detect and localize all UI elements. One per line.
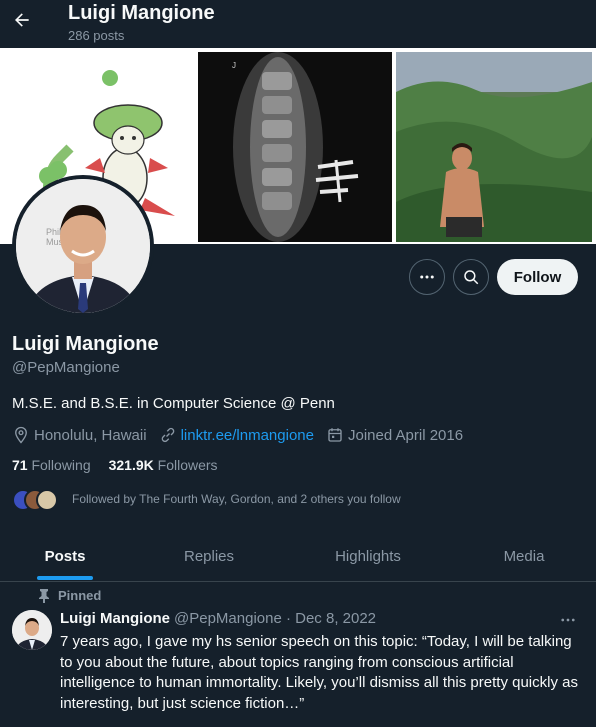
following-label: Following (31, 457, 91, 473)
mini-avatar (36, 489, 58, 511)
more-icon (561, 618, 575, 622)
top-bar: Luigi Mangione 286 posts (0, 0, 596, 48)
post-text: 7 years ago, I gave my hs senior speech … (60, 633, 578, 712)
followers-stat[interactable]: 321.9K Followers (109, 457, 218, 473)
back-button[interactable] (8, 6, 36, 34)
header-post-count: 286 posts (68, 28, 125, 43)
tab-replies[interactable]: Replies (160, 530, 258, 582)
search-profile-button[interactable] (453, 259, 489, 295)
location-text: Honolulu, Hawaii (34, 426, 147, 444)
post-header: Luigi Mangione @PepMangione · Dec 8, 202… (60, 610, 376, 627)
banner-hiking-image (396, 52, 592, 242)
post-meta: @PepMangione · Dec 8, 2022 (174, 610, 377, 627)
post-more-button[interactable] (556, 610, 580, 630)
profile-name: Luigi Mangione (12, 333, 159, 355)
tab-posts[interactable]: Posts (22, 530, 108, 582)
followed-by-text: Followed by The Fourth Way, Gordon, and … (72, 492, 401, 506)
calendar-icon (328, 428, 342, 442)
profile-avatar[interactable]: Philad Muse (12, 175, 154, 317)
banner-xray-image: J (198, 52, 392, 242)
profile-stats: 71 Following 321.9K Followers (12, 457, 236, 473)
followed-by[interactable]: Followed by The Fourth Way, Gordon, and … (12, 486, 401, 512)
follow-button[interactable]: Follow (497, 259, 578, 295)
location-pin-icon (15, 426, 27, 444)
tab-media[interactable]: Media (484, 530, 564, 582)
followed-by-avatars (12, 487, 64, 511)
joined-item: Joined April 2016 (326, 426, 463, 444)
svg-text:J: J (232, 61, 236, 70)
following-count: 71 (12, 457, 28, 473)
profile-meta: Honolulu, Hawaii linktr.ee/lnmangione Jo… (12, 426, 475, 444)
search-icon (464, 270, 479, 285)
post-author-avatar[interactable] (12, 610, 52, 650)
followers-count: 321.9K (108, 457, 154, 473)
pinned-label: Pinned (38, 588, 101, 603)
avatar-image: Philad Muse (16, 179, 150, 313)
following-stat[interactable]: 71 Following (12, 457, 91, 473)
more-options-button[interactable] (409, 259, 445, 295)
followers-label: Followers (157, 457, 218, 473)
pinned-text: Pinned (58, 588, 102, 603)
link-item[interactable]: linktr.ee/lnmangione (159, 426, 314, 444)
active-tab-indicator (37, 576, 93, 580)
joined-text: Joined April 2016 (347, 426, 464, 444)
post-author-name[interactable]: Luigi Mangione (60, 610, 170, 627)
more-icon (420, 275, 434, 279)
tab-highlights[interactable]: Highlights (316, 530, 420, 582)
profile-tabs: Posts Replies Highlights Media (0, 530, 596, 582)
back-arrow-icon (15, 13, 29, 27)
location-item: Honolulu, Hawaii (12, 426, 147, 444)
profile-link[interactable]: linktr.ee/lnmangione (181, 427, 314, 444)
profile-bio: M.S.E. and B.S.E. in Computer Science @ … (12, 395, 335, 412)
header-name: Luigi Mangione (68, 2, 215, 24)
link-icon (161, 427, 174, 443)
pin-icon (39, 588, 49, 603)
profile-handle: @PepMangione (12, 359, 120, 376)
